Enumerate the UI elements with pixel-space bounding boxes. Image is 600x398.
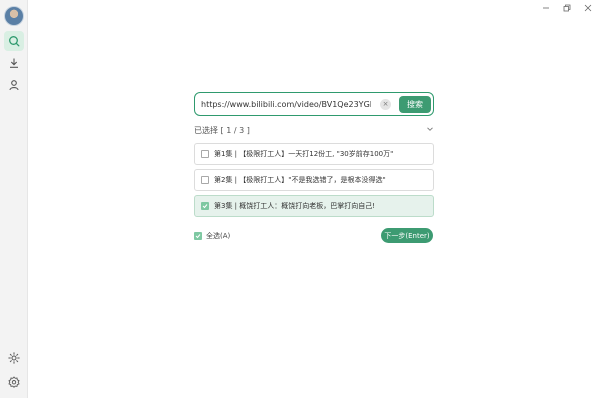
check-icon: [195, 234, 201, 239]
avatar[interactable]: [4, 6, 24, 26]
close-icon: [584, 4, 592, 12]
user-icon: [9, 80, 19, 91]
select-all-checkbox[interactable]: 全选(A): [194, 231, 230, 241]
check-icon: [202, 204, 208, 209]
restore-icon: [563, 4, 571, 12]
episode-checkbox[interactable]: [201, 202, 209, 210]
chevron-down-icon[interactable]: [426, 125, 434, 133]
select-all-box[interactable]: [194, 232, 202, 240]
minimize-button[interactable]: [538, 2, 554, 14]
select-all-label: 全选(A): [206, 232, 231, 240]
episode-item-1[interactable]: 第1集 | 【极限打工人】一天打12份工, "30岁前存100万": [194, 143, 434, 165]
nav-user-button[interactable]: [4, 75, 24, 95]
restore-button[interactable]: [559, 2, 575, 14]
episode-title: 第1集 | 【极限打工人】一天打12份工, "30岁前存100万": [214, 150, 394, 158]
settings-button[interactable]: [4, 372, 24, 392]
clear-button[interactable]: ×: [380, 99, 391, 110]
gear-icon: [8, 376, 20, 388]
episode-item-3[interactable]: 第3集 | 概饶打工人：概饶打向老板，巴掌打向自己!: [194, 195, 434, 217]
episode-title: 第3集 | 概饶打工人：概饶打向老板，巴掌打向自己!: [214, 202, 376, 210]
episode-checkbox[interactable]: [201, 150, 209, 158]
search-button[interactable]: 搜索: [399, 96, 431, 113]
nav-search-button[interactable]: [4, 31, 24, 51]
minimize-icon: [543, 7, 549, 9]
selection-count: 已选择 [ 1 / 3 ]: [194, 126, 250, 135]
episode-item-2[interactable]: 第2集 | 【极限打工人】"不是我选错了，是根本没得选": [194, 169, 434, 191]
search-bar: × 搜索: [194, 92, 434, 116]
sidebar: [0, 0, 28, 398]
url-input[interactable]: [201, 97, 371, 112]
episode-title: 第2集 | 【极限打工人】"不是我选错了，是根本没得选": [214, 176, 386, 184]
sun-icon: [8, 352, 20, 364]
clear-icon: ×: [382, 100, 389, 108]
theme-toggle-button[interactable]: [4, 348, 24, 368]
close-button[interactable]: [580, 2, 596, 14]
episode-checkbox[interactable]: [201, 176, 209, 184]
next-button[interactable]: 下一步(Enter): [381, 228, 433, 243]
search-icon: [9, 36, 20, 47]
download-icon: [10, 58, 18, 68]
nav-download-button[interactable]: [4, 53, 24, 73]
